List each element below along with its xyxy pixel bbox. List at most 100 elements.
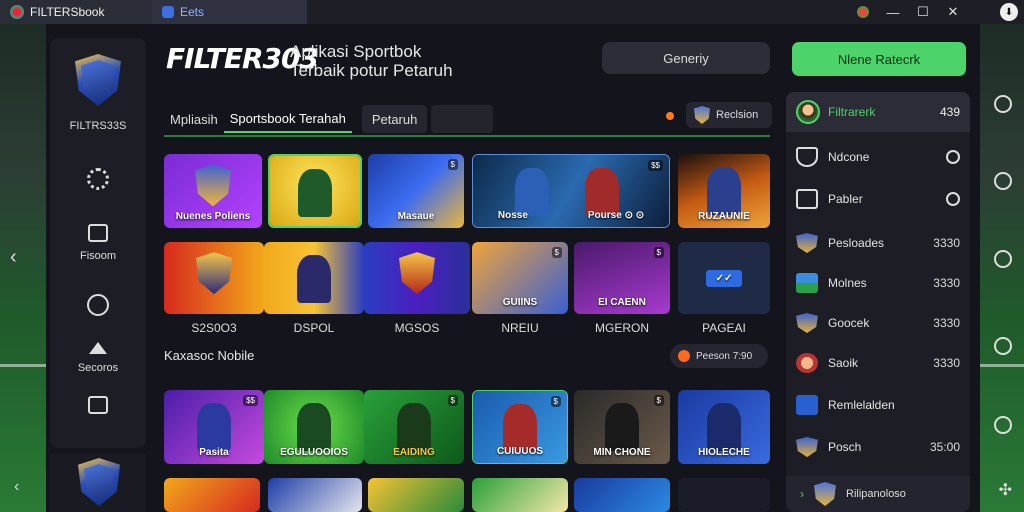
game-card[interactable]: $ MIN CHONE <box>574 390 670 464</box>
game-card[interactable] <box>574 478 670 512</box>
shield-icon <box>796 437 818 457</box>
extension-icon[interactable] <box>848 0 878 24</box>
panel-footer[interactable]: › Rilipanoloso <box>786 476 970 512</box>
game-card[interactable] <box>268 154 362 228</box>
brand-subtitle: Aplikasi Sportbok Terbaik potur Petaruh <box>290 42 453 80</box>
game-card[interactable] <box>368 478 464 512</box>
download-icon[interactable]: ⬇ <box>994 0 1024 24</box>
sidebar-footer <box>50 454 146 512</box>
game-card[interactable]: $ CUIUUOS <box>472 390 568 464</box>
tab-petaruh[interactable]: Petaruh <box>361 105 428 133</box>
shield-icon <box>796 233 818 253</box>
card-caption: S2S0O3 <box>191 321 237 335</box>
panel-row[interactable]: Posch 35:00 <box>786 428 970 466</box>
game-card[interactable]: Nuenes Poliens <box>164 154 262 228</box>
game-card[interactable]: $ EI CAENN <box>574 242 670 314</box>
panel-row-value: 3330 <box>933 356 960 370</box>
maximize-icon[interactable]: ☐ <box>908 0 938 24</box>
edge-plus-icon[interactable]: ✣ <box>999 480 1012 500</box>
sidebar-logo-label: FILTRS33S <box>69 120 127 132</box>
game-card[interactable]: $$ Pasita <box>164 390 264 464</box>
shield-icon <box>694 106 710 124</box>
game-card[interactable] <box>164 242 264 314</box>
account-name: Filtrarerk <box>828 105 876 119</box>
panel-row-label: Posch <box>828 440 862 454</box>
sidebar-item-fisoom[interactable]: Fisoom <box>50 224 146 262</box>
game-card[interactable] <box>264 242 364 314</box>
sidebar-item-record[interactable] <box>50 294 146 316</box>
panel-row-label: Molnes <box>828 276 867 290</box>
sidebar-item-label: Fisoom <box>79 250 117 262</box>
warning-icon <box>89 342 107 354</box>
minimize-icon[interactable]: — <box>878 0 908 24</box>
panel-row[interactable]: Goocek 3330 <box>786 304 970 342</box>
schedule-pill[interactable]: Peeson 7:90 <box>670 344 768 368</box>
game-card[interactable]: $ Masaue <box>368 154 464 228</box>
game-card[interactable] <box>678 478 770 512</box>
tab-mpliasih[interactable]: Mpliasih <box>164 105 224 133</box>
game-card[interactable]: $ GUIINS <box>472 242 568 314</box>
game-card[interactable]: RUZAUNIE <box>678 154 770 228</box>
tab-divider <box>164 135 770 137</box>
panel-row-label: Pabler <box>828 192 863 206</box>
live-dot-icon <box>666 112 674 120</box>
favorite-icon[interactable] <box>946 150 960 164</box>
panel-row-label: Goocek <box>828 316 870 330</box>
edge-help-icon[interactable] <box>994 416 1012 434</box>
panel-row[interactable]: Molnes 3330 <box>786 264 970 302</box>
gear-icon <box>87 168 109 190</box>
browser-tab-active[interactable]: FILTERSbook <box>0 0 152 24</box>
panel-row[interactable]: Ndcone <box>786 138 970 176</box>
game-card[interactable]: ✓✓ <box>678 242 770 314</box>
sidebar-item-save[interactable] <box>50 396 146 414</box>
card-label: EI CAENN <box>598 297 646 308</box>
section-title: Kaxasoc Nobile <box>164 348 255 363</box>
right-panel: Filtrarerk 439 Ndcone Pabler Pesloades 3… <box>786 92 970 512</box>
player-icon <box>796 353 818 373</box>
game-card[interactable]: $ EAIDING <box>364 390 464 464</box>
back-arrow-icon[interactable]: ‹ <box>14 478 19 496</box>
panel-row[interactable]: Remlelalden <box>786 386 970 424</box>
reclsion-label: Reclsion <box>716 109 759 121</box>
tab-favicon-icon <box>162 6 174 18</box>
game-card[interactable]: EGULUOOIOS <box>264 390 364 464</box>
account-header[interactable]: Filtrarerk 439 <box>786 92 970 132</box>
favorite-icon[interactable] <box>946 192 960 206</box>
close-icon[interactable]: ✕ <box>938 0 968 24</box>
panel-row[interactable]: Pesloades 3330 <box>786 224 970 262</box>
game-card[interactable] <box>472 478 568 512</box>
card-label: EGULUOOIOS <box>280 447 348 458</box>
reclsion-button[interactable]: Reclsion <box>686 102 772 128</box>
panel-row[interactable]: Pabler <box>786 180 970 218</box>
edge-circle2-icon[interactable] <box>994 337 1012 355</box>
game-card[interactable] <box>364 242 470 314</box>
panel-row[interactable]: Saoik 3330 <box>786 344 970 382</box>
primary-button[interactable]: Nlene Ratecrk <box>792 42 966 76</box>
sidebar-item-secoros[interactable]: Secoros <box>50 342 146 374</box>
edge-circle-icon[interactable] <box>994 250 1012 268</box>
panel-row-label: Remlelalden <box>828 398 895 412</box>
tab-empty[interactable] <box>431 105 494 133</box>
subtitle-line-1: Aplikasi Sportbok <box>290 42 422 61</box>
secondary-button[interactable]: Generiy <box>602 42 770 74</box>
footer-shield-icon <box>78 458 120 506</box>
shield-icon <box>796 313 818 333</box>
edge-search-icon[interactable] <box>994 172 1012 190</box>
game-card[interactable]: HIOLECHE <box>678 390 770 464</box>
card-label: RUZAUNIE <box>698 211 750 222</box>
panel-row-value: 35:00 <box>929 440 960 454</box>
edge-tool-icon[interactable] <box>994 95 1012 113</box>
account-value: 439 <box>939 105 960 119</box>
tab-sportsbook[interactable]: Sportsbook Terahah <box>223 105 352 133</box>
game-card[interactable] <box>268 478 362 512</box>
game-card[interactable] <box>164 478 260 512</box>
avatar <box>796 100 820 124</box>
card-label: EAIDING <box>393 447 435 458</box>
game-card-featured[interactable]: $$ Nosse Pourse ⊙ ⊙ <box>472 154 670 228</box>
briefcase-icon <box>88 224 108 242</box>
prev-arrow-icon[interactable]: ‹ <box>10 246 17 269</box>
card-caption: NREIU <box>501 321 539 335</box>
title-bar: FILTERSbook Eets — ☐ ✕ ⬇ <box>0 0 1024 24</box>
browser-tab-second[interactable]: Eets <box>152 0 307 24</box>
sidebar-item-settings[interactable] <box>50 168 146 190</box>
